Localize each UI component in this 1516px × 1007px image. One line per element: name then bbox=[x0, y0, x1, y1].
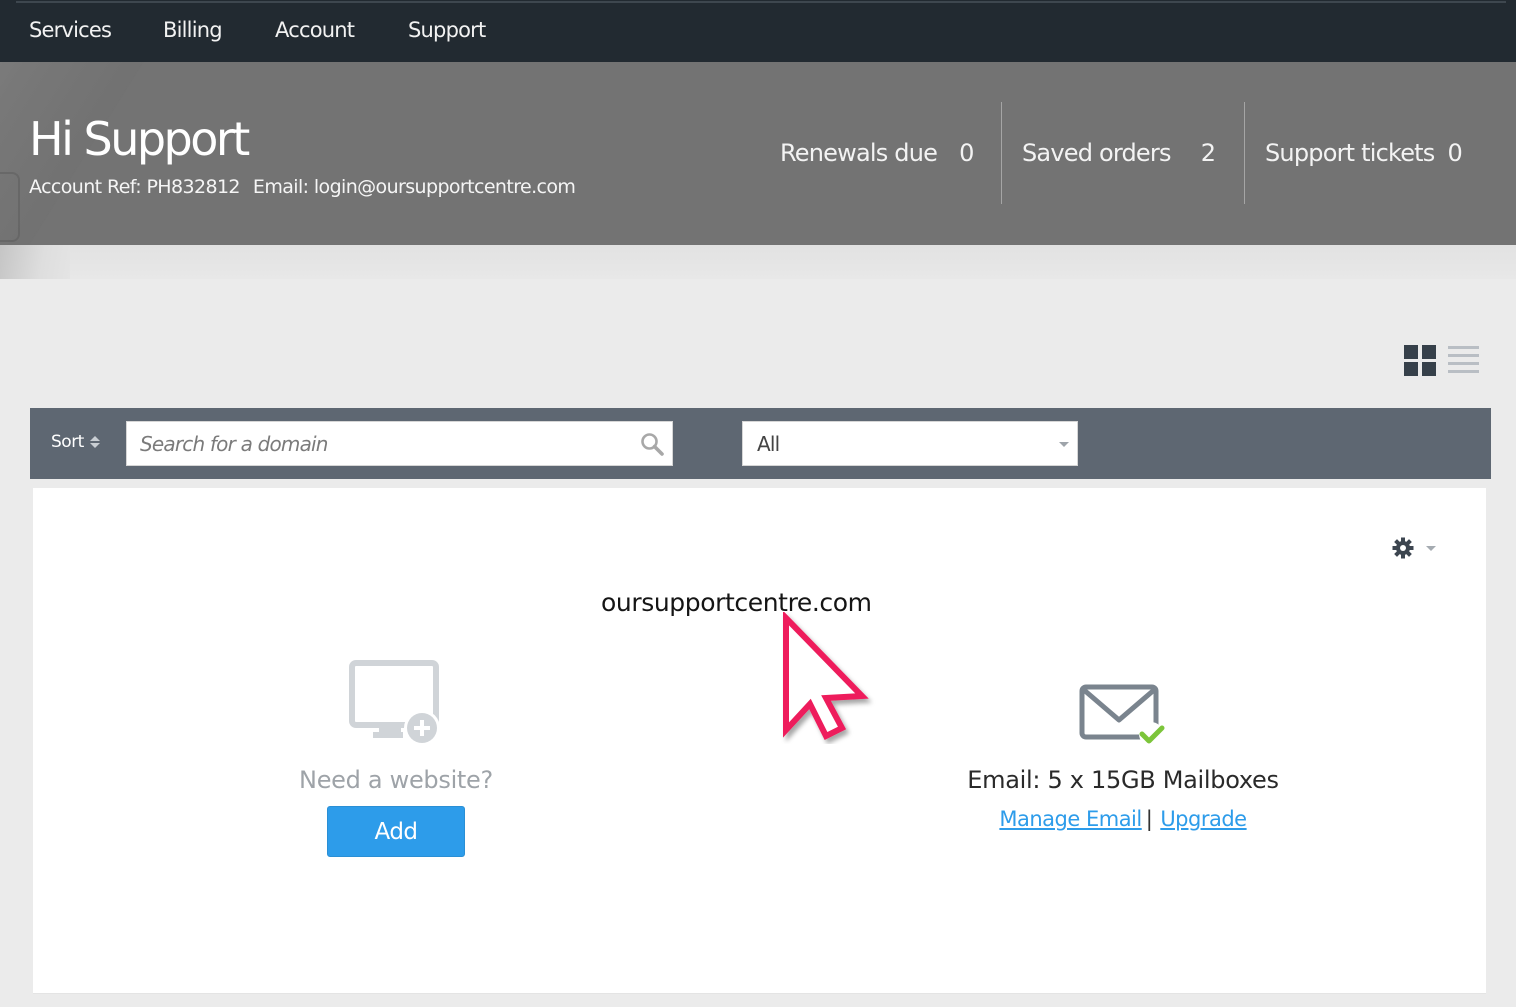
banner-shadow-band bbox=[0, 245, 1516, 279]
account-info: Account Ref: PH832812 Email: login@oursup… bbox=[29, 176, 576, 198]
gear-icon bbox=[1392, 537, 1414, 559]
stat-renewals-due[interactable]: Renewals due 0 bbox=[780, 102, 974, 204]
upgrade-link[interactable]: Upgrade bbox=[1160, 807, 1247, 831]
monitor-plus-icon bbox=[349, 660, 440, 746]
chevron-down-icon bbox=[1059, 442, 1069, 447]
domain-name[interactable]: oursupportcentre.com bbox=[601, 588, 872, 617]
nav-services[interactable]: Services bbox=[29, 18, 112, 42]
nav-account[interactable]: Account bbox=[275, 18, 355, 42]
domain-search-input[interactable] bbox=[127, 422, 627, 465]
filter-select[interactable]: All bbox=[742, 421, 1078, 466]
account-ref: Account Ref: PH832812 bbox=[29, 176, 241, 198]
sort-button[interactable]: Sort bbox=[51, 432, 100, 452]
nav-billing[interactable]: Billing bbox=[163, 18, 223, 42]
manage-email-link[interactable]: Manage Email bbox=[999, 807, 1142, 831]
stat-saved-orders[interactable]: Saved orders 2 bbox=[1022, 102, 1216, 204]
banner-decoration-device bbox=[0, 172, 20, 242]
magnifier-icon[interactable] bbox=[640, 432, 664, 456]
nav-support[interactable]: Support bbox=[408, 18, 486, 42]
sort-arrows-icon bbox=[89, 436, 100, 448]
top-border-line bbox=[16, 1, 1506, 3]
account-email: Email: login@oursupportcentre.com bbox=[252, 176, 576, 198]
stat-label: Saved orders bbox=[1022, 139, 1171, 167]
domain-search bbox=[126, 421, 673, 466]
welcome-banner: Hi Support Account Ref: PH832812 Email: l… bbox=[0, 62, 1516, 245]
email-links: Manage Email | Upgrade bbox=[923, 807, 1323, 831]
sort-label: Sort bbox=[51, 432, 84, 452]
add-website-button[interactable]: Add bbox=[327, 806, 465, 857]
stat-label: Support tickets bbox=[1265, 139, 1435, 167]
stat-label: Renewals due bbox=[780, 139, 938, 167]
email-description: Email: 5 x 15GB Mailboxes bbox=[967, 766, 1279, 794]
stat-divider bbox=[1001, 102, 1002, 204]
top-navigation: Services Billing Account Support bbox=[0, 0, 1516, 62]
link-separator: | bbox=[1145, 807, 1153, 831]
list-view-icon[interactable] bbox=[1448, 344, 1481, 377]
chevron-down-icon bbox=[1426, 546, 1436, 551]
filter-select-value: All bbox=[757, 432, 780, 456]
envelope-check-icon bbox=[1079, 684, 1165, 746]
website-prompt: Need a website? bbox=[299, 766, 493, 794]
banner-decoration bbox=[0, 245, 70, 279]
stat-value: 2 bbox=[1200, 139, 1216, 167]
filter-bar: Sort All bbox=[30, 408, 1491, 479]
domain-card: oursupportcentre.com Need a website? Add… bbox=[33, 488, 1486, 994]
settings-dropdown[interactable] bbox=[1390, 536, 1440, 560]
grid-view-icon[interactable] bbox=[1403, 344, 1436, 377]
greeting-title: Hi Support bbox=[29, 112, 250, 166]
stat-support-tickets[interactable]: Support tickets 0 bbox=[1265, 102, 1463, 204]
stat-value: 0 bbox=[1447, 139, 1463, 167]
stat-divider bbox=[1244, 102, 1245, 204]
stat-value: 0 bbox=[959, 139, 974, 167]
